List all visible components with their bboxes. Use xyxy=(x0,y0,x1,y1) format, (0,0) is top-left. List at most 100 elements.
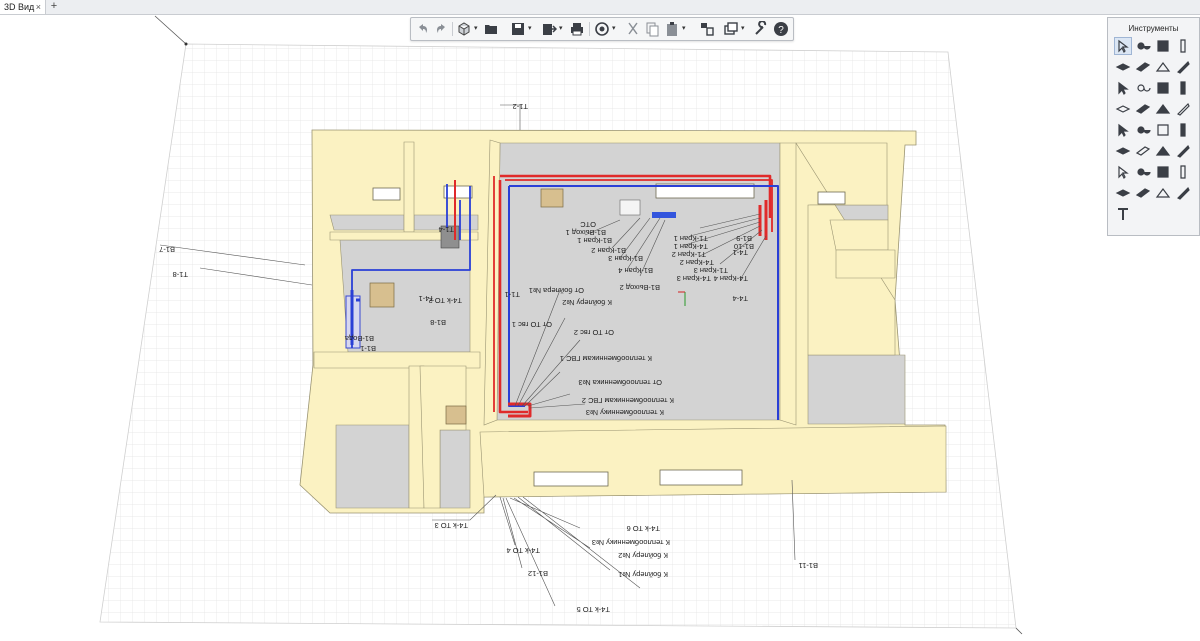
door-icon[interactable] xyxy=(1155,80,1171,96)
wrench-icon[interactable] xyxy=(753,21,769,37)
export-icon[interactable] xyxy=(541,21,557,37)
cube-view-icon[interactable] xyxy=(456,21,472,37)
chevron-down-icon[interactable]: ▾ xyxy=(559,21,565,37)
label-top-7: B1-1 xyxy=(360,344,376,353)
label-bottom-2: B1-12 xyxy=(528,569,548,578)
chevron-down-icon[interactable]: ▾ xyxy=(682,21,688,37)
label-top-3: B1-8 xyxy=(430,318,446,327)
sink-icon[interactable] xyxy=(1135,164,1151,180)
floor-bottom-room-2 xyxy=(439,429,471,509)
label-riser-2: B1-Кран 2 xyxy=(591,246,626,255)
label-riser-4: B1-Кран 4 xyxy=(618,266,653,275)
heater-icon[interactable] xyxy=(1115,164,1131,180)
label-center-2: От ТО гвс 1 xyxy=(512,320,552,329)
label-center-6: К теплообменникам ГВС 2 xyxy=(582,396,674,405)
boiler-icon[interactable] xyxy=(1115,122,1131,138)
floor-small-room-1 xyxy=(329,214,405,231)
svg-text:?: ? xyxy=(778,25,784,36)
label-riser-6: T1-Кран 1 xyxy=(674,234,708,243)
close-icon[interactable]: × xyxy=(36,0,41,14)
tools-palette: Инструменты xyxy=(1107,17,1200,236)
tee-icon[interactable] xyxy=(1155,143,1171,159)
text-icon[interactable] xyxy=(1115,206,1131,222)
save-icon[interactable] xyxy=(510,21,526,37)
chevron-down-icon[interactable]: ▾ xyxy=(528,21,534,37)
layers-icon[interactable] xyxy=(699,21,715,37)
label-bottom-0: T4-k TO 3 xyxy=(435,521,468,530)
label-top-5: T4-1 xyxy=(419,294,434,303)
undo-icon[interactable] xyxy=(415,21,431,37)
fitting-icon[interactable] xyxy=(1115,143,1131,159)
shower-icon[interactable] xyxy=(1135,185,1151,201)
wall-icon[interactable] xyxy=(1155,38,1171,54)
chevron-down-icon[interactable]: ▾ xyxy=(741,21,747,37)
stair-icon[interactable] xyxy=(1135,80,1151,96)
label-center-7: К теплообменнику №3 xyxy=(586,408,664,417)
label-riser-12: T4-Кран 4 xyxy=(714,274,748,283)
column-icon[interactable] xyxy=(1175,38,1191,54)
pump-icon[interactable] xyxy=(1155,122,1171,138)
duct-icon[interactable] xyxy=(1175,185,1191,201)
render-icon[interactable] xyxy=(594,21,610,37)
ruler-icon[interactable] xyxy=(1175,59,1191,75)
copy-icon[interactable] xyxy=(644,21,660,37)
building-model[interactable] xyxy=(299,129,947,514)
open-folder-icon[interactable] xyxy=(483,21,499,37)
switch-icon[interactable] xyxy=(1115,185,1131,201)
label-top-9: T1-4 xyxy=(439,225,454,234)
label-center-4: К теплообменникам ГВС 1 xyxy=(560,354,652,363)
label-riser-10: T4-Кран 2 xyxy=(680,258,714,267)
tab-3d-view[interactable]: 3D Вид × xyxy=(0,0,46,14)
meter-icon[interactable] xyxy=(1155,164,1171,180)
floor-right-room-bottom xyxy=(807,354,906,425)
chevron-down-icon[interactable]: ▾ xyxy=(612,21,618,37)
pointer-icon[interactable] xyxy=(1114,37,1132,55)
radiator-icon[interactable] xyxy=(1135,122,1151,138)
valve-icon[interactable] xyxy=(1175,122,1191,138)
slab-icon[interactable] xyxy=(1115,59,1131,75)
label-riser-11: T4-Кран 3 xyxy=(677,274,711,283)
redo-icon[interactable] xyxy=(433,21,449,37)
line-icon[interactable] xyxy=(1135,101,1151,117)
node-icon[interactable] xyxy=(1135,38,1151,54)
label-center-0: От бойлера №1 xyxy=(529,286,584,295)
label-riser-14: OTC xyxy=(580,220,596,229)
label-bottom-5: К теплообменнику №3 xyxy=(592,538,670,547)
chevron-down-icon[interactable]: ▾ xyxy=(474,21,480,37)
label-bottom-3: T4-k TO 5 xyxy=(577,605,610,614)
manifold-icon[interactable] xyxy=(1135,143,1151,159)
label-riser-9: T4-Кран 1 xyxy=(674,242,708,251)
label-bottom-4: T4-k TO 6 xyxy=(627,524,660,533)
tap-icon[interactable] xyxy=(1175,101,1191,117)
floor-icon[interactable] xyxy=(1115,80,1131,96)
bath-icon[interactable] xyxy=(1175,164,1191,180)
views-icon[interactable] xyxy=(723,21,739,37)
print-icon[interactable] xyxy=(569,21,585,37)
railing-icon[interactable] xyxy=(1115,101,1131,117)
label-center-1: К бойлеру №2 xyxy=(562,298,612,307)
roof-icon[interactable] xyxy=(1155,59,1171,75)
tab-bar: 3D Вид × + xyxy=(0,0,1200,15)
label-riser-5: B1-Выход 2 xyxy=(620,283,660,292)
add-tab-button[interactable]: + xyxy=(47,0,61,14)
toilet-icon[interactable] xyxy=(1155,101,1171,117)
paste-icon[interactable] xyxy=(664,21,680,37)
label-bottom-6: К бойлеру №2 xyxy=(618,551,668,560)
3d-viewport[interactable]: T1-2 B1-7 T1-8 B1-8 T4-k TO 2 T4-1 T1-1 … xyxy=(0,15,1200,636)
label-riser-1: B1-Кран 1 xyxy=(577,236,612,245)
filter-icon[interactable] xyxy=(1175,143,1191,159)
cut-icon[interactable] xyxy=(625,21,641,37)
label-top-0: T1-2 xyxy=(513,102,528,111)
main-toolbar: ▾ ▾ ▾ ▾ ▾ ▾ ? xyxy=(410,17,794,41)
beam-icon[interactable] xyxy=(1135,59,1151,75)
window-icon[interactable] xyxy=(1175,80,1191,96)
model-canvas[interactable]: T1-2 B1-7 T1-8 B1-8 T4-k TO 2 T4-1 T1-1 … xyxy=(0,15,1200,636)
label-bottom-7: К бойлеру №1 xyxy=(618,570,668,579)
label-riser-16: B1-9 xyxy=(736,234,752,243)
pipe-tool-icon[interactable] xyxy=(1155,185,1171,201)
label-bottom-1: T4-k TO 4 xyxy=(507,546,540,555)
label-top-1: B1-7 xyxy=(159,245,175,254)
help-icon[interactable]: ? xyxy=(773,21,789,37)
tab-label: 3D Вид xyxy=(4,2,35,12)
floor-bottom-room-1 xyxy=(335,424,410,509)
